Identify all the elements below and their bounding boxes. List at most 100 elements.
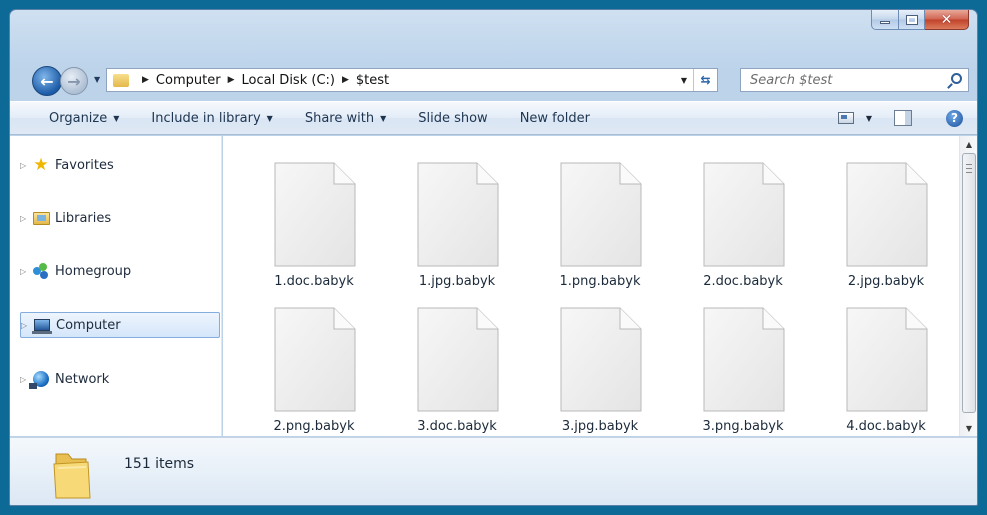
expand-icon[interactable]: ▷: [21, 321, 33, 330]
folder-icon: [53, 453, 91, 499]
blank-file-icon: [417, 162, 499, 267]
help-icon[interactable]: ?: [946, 109, 963, 127]
file-name: 2.png.babyk: [273, 419, 355, 434]
sidebar-item-label: Network: [55, 371, 110, 387]
include-in-library-menu[interactable]: Include in library ▼: [135, 102, 288, 134]
share-with-menu[interactable]: Share with ▼: [289, 102, 402, 134]
organize-menu[interactable]: Organize ▼: [10, 102, 135, 134]
file-name: 1.doc.babyk: [274, 274, 354, 289]
file-item[interactable]: 1.doc.babyk: [244, 162, 356, 302]
slide-show-button[interactable]: Slide show: [402, 102, 503, 134]
chevron-right-icon[interactable]: ▶: [228, 75, 235, 85]
scroll-up-icon[interactable]: ▲: [960, 136, 977, 152]
file-name: 3.jpg.babyk: [561, 419, 639, 434]
breadcrumb-computer[interactable]: Computer: [156, 73, 221, 88]
maximize-icon: [905, 14, 918, 25]
breadcrumb-test[interactable]: $test: [356, 73, 389, 88]
sidebar-item-homegroup[interactable]: ▷ Homegroup: [20, 258, 220, 284]
new-folder-label: New folder: [519, 110, 590, 126]
blank-file-icon: [560, 162, 642, 267]
close-button[interactable]: ✕: [925, 10, 969, 30]
file-name: 3.doc.babyk: [417, 419, 497, 434]
back-button[interactable]: ←: [32, 66, 62, 96]
expand-icon[interactable]: ▷: [20, 214, 32, 223]
chevron-right-icon[interactable]: ▶: [142, 75, 149, 85]
blank-file-icon: [703, 307, 785, 412]
chevron-right-icon[interactable]: ▶: [342, 75, 349, 85]
file-item[interactable]: 3.png.babyk: [673, 307, 785, 447]
new-folder-button[interactable]: New folder: [504, 102, 606, 134]
file-item[interactable]: 2.png.babyk: [244, 307, 356, 447]
sidebar-item-computer[interactable]: ▷ Computer: [20, 312, 220, 338]
star-icon: ★: [33, 155, 49, 175]
refresh-button[interactable]: ⇆: [693, 69, 717, 91]
file-item[interactable]: 2.jpg.babyk: [816, 162, 928, 302]
file-name: 4.doc.babyk: [846, 419, 926, 434]
blank-file-icon: [846, 307, 928, 412]
network-icon: [29, 371, 50, 389]
scroll-down-icon[interactable]: ▼: [960, 420, 977, 436]
minimize-icon: [880, 21, 890, 24]
address-dropdown-icon[interactable]: ▼: [675, 76, 693, 85]
sidebar-item-label: Homegroup: [55, 263, 132, 279]
file-name: 2.doc.babyk: [703, 274, 783, 289]
file-item[interactable]: 4.doc.babyk: [816, 307, 928, 447]
back-arrow-icon: ←: [40, 71, 54, 91]
sidebar-item-network[interactable]: ▷ Network: [20, 366, 220, 392]
address-bar[interactable]: ▶ Computer ▶ Local Disk (C:) ▶ $test ▼ ⇆: [106, 68, 718, 92]
grip-icon: [966, 164, 972, 173]
folder-icon: [113, 73, 129, 87]
preview-pane-icon[interactable]: [894, 110, 912, 126]
caret-down-icon: ▼: [380, 113, 387, 123]
sidebar-item-libraries[interactable]: ▷ Libraries: [20, 205, 220, 231]
file-item[interactable]: 3.doc.babyk: [387, 307, 499, 447]
breadcrumb-local-disk[interactable]: Local Disk (C:): [241, 73, 334, 88]
details-pane: 151 items: [10, 437, 977, 505]
blank-file-icon: [560, 307, 642, 412]
forward-arrow-icon: →: [67, 71, 81, 91]
blank-file-icon: [417, 307, 499, 412]
views-dropdown-icon[interactable]: ▼: [866, 114, 872, 123]
file-item[interactable]: 1.png.babyk: [530, 162, 642, 302]
search-icon[interactable]: [951, 73, 962, 84]
file-item[interactable]: 1.jpg.babyk: [387, 162, 499, 302]
navigation-bar: ← → ▼ ▶ Computer ▶ Local Disk (C:) ▶ $te…: [20, 66, 969, 96]
refresh-icon: ⇆: [700, 73, 711, 87]
vertical-scrollbar[interactable]: ▲ ▼: [959, 136, 977, 436]
expand-icon[interactable]: ▷: [20, 267, 32, 276]
blank-file-icon: [274, 162, 356, 267]
forward-button[interactable]: →: [60, 67, 88, 95]
sidebar-item-label: Favorites: [55, 157, 114, 173]
homegroup-icon: [32, 263, 50, 279]
search-input[interactable]: [750, 72, 940, 88]
explorer-window: ✕ ← → ▼ ▶ Computer ▶ Local Disk (C:) ▶ $…: [9, 9, 978, 506]
file-name: 1.png.babyk: [559, 274, 641, 289]
sidebar-item-favorites[interactable]: ▷ ★ Favorites: [20, 152, 220, 178]
share-with-label: Share with: [304, 110, 375, 126]
computer-icon: [32, 317, 52, 334]
sidebar-item-label: Libraries: [55, 210, 112, 226]
expand-icon[interactable]: ▷: [20, 161, 32, 170]
navigation-pane: ▷ ★ Favorites ▷ Libraries ▷ Homegroup ▷ …: [10, 136, 222, 436]
change-view-icon[interactable]: [837, 112, 854, 124]
minimize-button[interactable]: [871, 10, 899, 30]
caption-buttons: ✕: [871, 10, 969, 30]
file-name: 2.jpg.babyk: [847, 274, 925, 289]
close-icon: ✕: [940, 11, 953, 28]
scrollbar-thumb[interactable]: [962, 153, 976, 413]
caret-down-icon: ▼: [113, 113, 120, 123]
item-count: 151 items: [124, 456, 195, 472]
caret-down-icon: ▼: [266, 113, 273, 123]
command-bar: Organize ▼ Include in library ▼ Share with…: [10, 101, 977, 135]
maximize-button[interactable]: [899, 10, 925, 30]
file-item[interactable]: 3.jpg.babyk: [530, 307, 642, 447]
search-box[interactable]: [740, 68, 969, 92]
blank-file-icon: [274, 307, 356, 412]
blank-file-icon: [846, 162, 928, 267]
blank-file-icon: [703, 162, 785, 267]
sidebar-item-label: Computer: [56, 317, 121, 333]
recent-pages-dropdown[interactable]: ▼: [94, 75, 100, 84]
file-item[interactable]: 2.doc.babyk: [673, 162, 785, 302]
organize-label: Organize: [49, 110, 108, 126]
file-name: 1.jpg.babyk: [418, 274, 496, 289]
